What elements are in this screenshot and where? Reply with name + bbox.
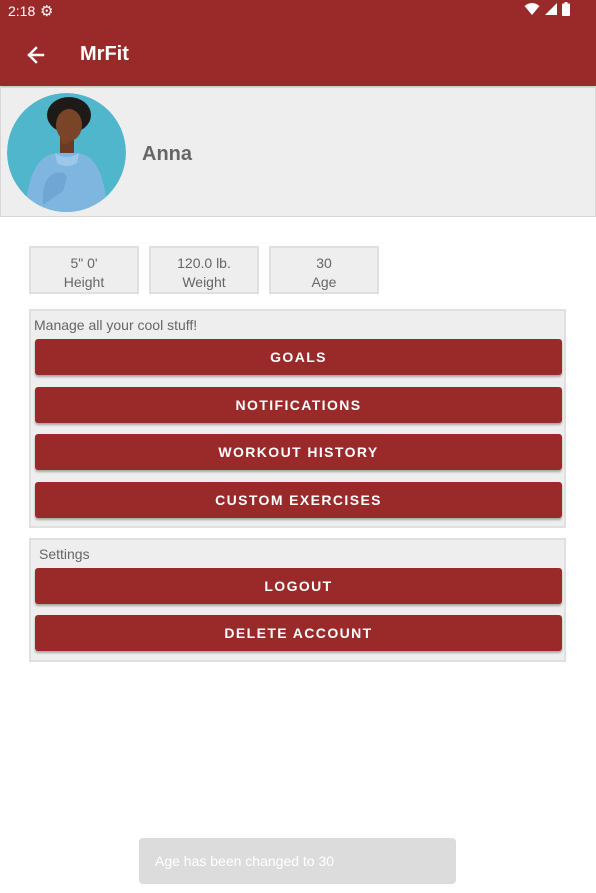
delete-account-button[interactable]: DELETE ACCOUNT: [35, 615, 562, 651]
profile-header: Anna: [0, 87, 596, 217]
custom-exercises-button[interactable]: CUSTOM EXERCISES: [35, 482, 562, 518]
workout-history-button[interactable]: WORKOUT HISTORY: [35, 434, 562, 470]
stat-age: 30 Age: [269, 246, 379, 294]
logout-button[interactable]: LOGOUT: [35, 568, 562, 604]
settings-caption: Settings: [39, 546, 90, 562]
notifications-button[interactable]: NOTIFICATIONS: [35, 387, 562, 423]
profile-name: Anna: [142, 143, 192, 165]
stat-label: Weight: [182, 274, 226, 290]
system-icons: [524, 2, 570, 16]
app-bar: MrFit: [0, 24, 596, 86]
stat-value: 30: [316, 255, 332, 271]
stat-label: Age: [311, 274, 337, 290]
wifi-icon: [524, 3, 540, 15]
status-bar: 2:18 ⚙: [0, 0, 596, 24]
battery-icon: [562, 2, 570, 16]
toast-message: Age has been changed to 30: [139, 838, 456, 884]
stat-label: Height: [63, 274, 105, 290]
app-title: MrFit: [80, 43, 129, 65]
settings-gear-icon: ⚙: [40, 3, 54, 20]
settings-panel: Settings LOGOUT DELETE ACCOUNT: [29, 538, 566, 662]
status-time: 2:18: [8, 3, 36, 19]
stat-value: 5" 0': [70, 255, 98, 271]
arrow-back-icon[interactable]: [24, 41, 48, 69]
cell-signal-icon: [545, 3, 557, 15]
avatar[interactable]: [7, 93, 126, 212]
goals-button[interactable]: GOALS: [35, 339, 562, 375]
manage-panel: Manage all your cool stuff! GOALS NOTIFI…: [29, 309, 566, 528]
stat-height: 5" 0' Height: [29, 246, 139, 294]
stat-value: 120.0 lb.: [177, 255, 231, 271]
manage-caption: Manage all your cool stuff!: [34, 317, 198, 333]
stat-weight: 120.0 lb. Weight: [149, 246, 259, 294]
